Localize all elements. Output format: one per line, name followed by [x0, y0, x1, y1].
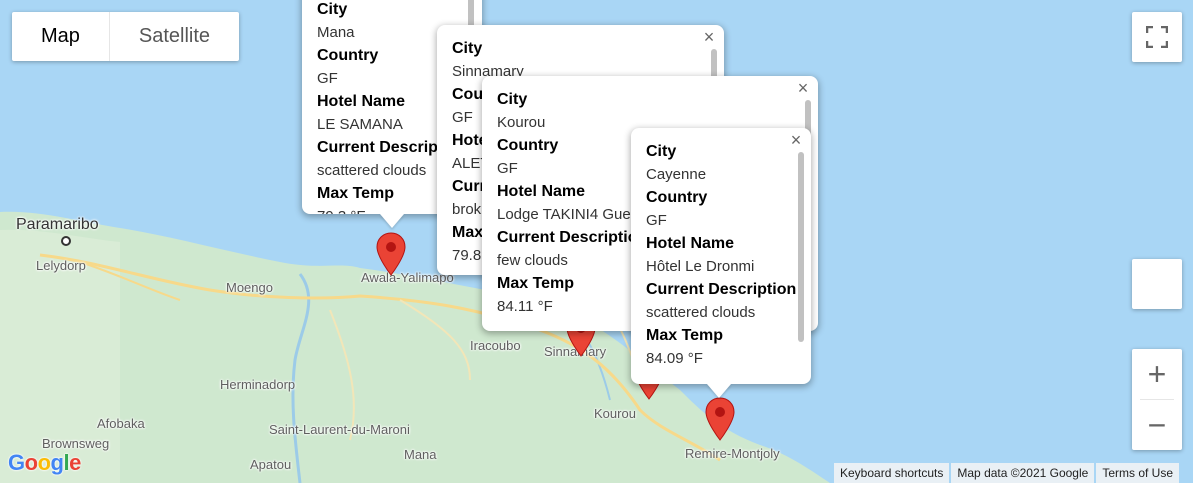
- description-value: scattered clouds: [646, 304, 756, 321]
- place-label: Paramaribo: [16, 216, 99, 233]
- zoom-control: + −: [1132, 349, 1182, 450]
- info-window: City Cayenne Country GF Hotel Name Hôtel…: [631, 128, 811, 384]
- map-footer: Keyboard shortcuts Map data ©2021 Google…: [832, 463, 1180, 483]
- zoom-out-button[interactable]: −: [1132, 400, 1182, 450]
- google-logo[interactable]: Google: [8, 450, 81, 476]
- fullscreen-icon: [1146, 26, 1168, 48]
- fullscreen-button[interactable]: [1132, 12, 1182, 62]
- scrollbar[interactable]: [798, 152, 804, 342]
- close-icon[interactable]: ×: [785, 129, 807, 151]
- place-label: Apatou: [250, 457, 292, 472]
- map-marker[interactable]: [705, 397, 735, 441]
- place-label: Remire-Montjoly: [685, 446, 780, 461]
- hotel-label: Hotel Name: [646, 235, 735, 252]
- place-label: Lelydorp: [36, 258, 86, 273]
- country-label: Country: [646, 189, 708, 206]
- max-temp-label: Max Temp: [646, 327, 724, 344]
- hotel-value: Hôtel Le Dronmi: [646, 258, 755, 275]
- terms-of-use-link[interactable]: Terms of Use: [1096, 463, 1180, 483]
- city-label: City: [452, 40, 483, 57]
- close-icon[interactable]: ×: [792, 77, 814, 99]
- city-label: City: [646, 143, 677, 160]
- place-label: Mana: [404, 447, 437, 462]
- city-label: City: [317, 1, 348, 18]
- map-type-map-button[interactable]: Map: [12, 12, 109, 61]
- country-value: GF: [646, 212, 667, 229]
- street-view-button[interactable]: [1132, 259, 1182, 309]
- place-label: Moengo: [226, 280, 273, 295]
- map-type-control: Map Satellite: [12, 12, 240, 61]
- place-label: Afobaka: [97, 416, 145, 431]
- place-label: Brownsweg: [42, 436, 110, 451]
- place-label: Iracoubo: [470, 338, 521, 353]
- place-label: Kourou: [594, 406, 636, 421]
- place-label: Herminadorp: [220, 377, 296, 392]
- zoom-in-button[interactable]: +: [1132, 349, 1182, 399]
- info-window-tail: [380, 214, 404, 228]
- city-value: Cayenne: [646, 166, 707, 183]
- info-window-tail: [707, 384, 731, 398]
- close-icon[interactable]: ×: [698, 26, 720, 48]
- max-temp-value: 84.09 °F: [646, 350, 703, 367]
- city-label: City: [497, 91, 528, 108]
- map-data-attribution: Map data ©2021 Google: [951, 463, 1095, 483]
- map-marker[interactable]: [376, 232, 406, 276]
- keyboard-shortcuts-link[interactable]: Keyboard shortcuts: [834, 463, 950, 483]
- place-label: Saint-Laurent-du-Maroni: [269, 422, 410, 437]
- description-label: Current Description: [646, 281, 797, 298]
- map-type-satellite-button[interactable]: Satellite: [108, 12, 239, 61]
